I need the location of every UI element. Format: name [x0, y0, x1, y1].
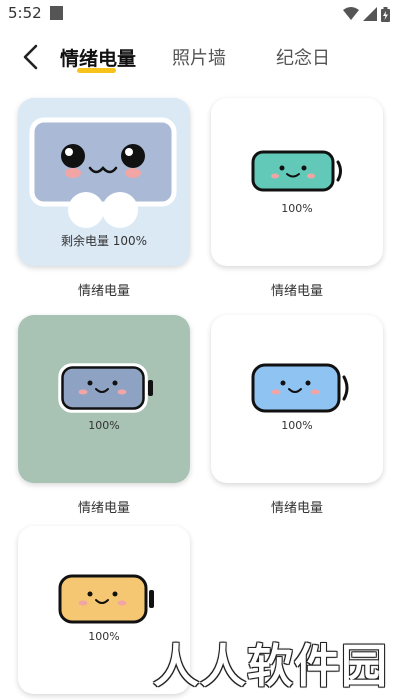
widget-item[interactable]: 100% 情绪电量 [211, 315, 383, 516]
tab-photo-wall[interactable]: 照片墙 [172, 44, 226, 70]
blue-battery-icon [251, 363, 349, 413]
status-icons [343, 6, 390, 22]
widget-card-blue-battery[interactable]: 100% [211, 315, 383, 483]
back-arrow-icon [23, 44, 38, 70]
slate-battery-icon [58, 363, 153, 413]
tab-anniversary[interactable]: 纪念日 [276, 44, 330, 70]
widget-caption: 情绪电量 [270, 284, 323, 299]
battery-percent: 100% [281, 202, 313, 215]
widget-card-cloud-face[interactable]: 剩余电量 100% [18, 98, 190, 266]
tab-indicator [77, 68, 116, 73]
header: 情绪电量 照片墙 纪念日 [0, 36, 400, 82]
back-button[interactable] [16, 42, 46, 72]
wifi-icon [343, 7, 359, 20]
status-bar: 5:52 [0, 0, 400, 28]
widget-item[interactable]: 剩余电量 100% 情绪电量 [18, 98, 190, 299]
battery-percent: 100% [281, 419, 313, 432]
remaining-battery-text: 剩余电量 100% [60, 234, 148, 248]
battery-icon [381, 6, 390, 22]
widget-card-slate-battery[interactable]: 100% [18, 315, 190, 483]
widget-card-teal-battery[interactable]: 100% [211, 98, 383, 266]
signal-icon [363, 7, 377, 21]
cloud-face-battery-icon [29, 117, 177, 228]
battery-percent: 100% [88, 419, 120, 432]
widget-caption: 情绪电量 [77, 501, 130, 516]
watermark: 人人软件园 [153, 639, 388, 693]
status-time: 5:52 [8, 4, 42, 22]
widget-item[interactable]: 100% 情绪电量 [18, 315, 190, 516]
widget-caption: 情绪电量 [77, 284, 130, 299]
notification-icon [50, 6, 63, 20]
widget-caption: 情绪电量 [270, 501, 323, 516]
tab-emotion-battery[interactable]: 情绪电量 [60, 44, 136, 71]
widget-item[interactable]: 100% 情绪电量 [211, 98, 383, 299]
yellow-battery-icon [58, 574, 154, 624]
teal-battery-icon [251, 150, 342, 192]
